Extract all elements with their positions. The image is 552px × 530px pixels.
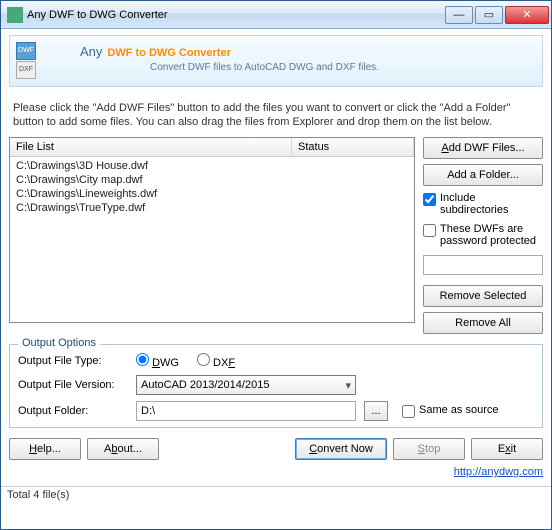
output-options-group: Output Options Output File Type: DWG DXF… (9, 344, 543, 428)
output-folder-input[interactable]: D:\ (136, 401, 356, 421)
output-folder-label: Output Folder: (18, 405, 128, 417)
dxf-icon: DXF (16, 61, 36, 79)
app-icon (7, 7, 23, 23)
close-button[interactable]: ✕ (505, 6, 549, 24)
stop-button[interactable]: Stop (393, 438, 465, 460)
col-file[interactable]: File List (10, 138, 292, 156)
password-protected-input[interactable] (423, 224, 436, 237)
minimize-button[interactable]: — (445, 6, 473, 24)
convert-now-button[interactable]: Convert Now (295, 438, 387, 460)
file-list-header: File List Status (10, 138, 414, 157)
add-dwf-files-button[interactable]: Add DWF Files... (423, 137, 543, 159)
status-bar: Total 4 file(s) (1, 486, 551, 503)
titlebar: Any DWF to DWG Converter — ▭ ✕ (1, 1, 551, 29)
include-subdirectories-input[interactable] (423, 193, 436, 206)
banner-title: Any DWF to DWG Converter (80, 40, 532, 61)
file-type-label: Output File Type: (18, 355, 128, 367)
file-version-select[interactable]: AutoCAD 2013/2014/2015 (136, 375, 356, 395)
output-options-legend: Output Options (18, 337, 100, 349)
banner-subtitle: Convert DWF files to AutoCAD DWG and DXF… (150, 62, 532, 73)
list-item[interactable]: C:\Drawings\City map.dwf (10, 173, 414, 187)
dwf-icon: DWF (16, 42, 36, 60)
website-link-row: http://anydwg.com (9, 466, 543, 478)
dwg-radio[interactable]: DWG (136, 353, 179, 369)
browse-button[interactable]: ... (364, 401, 388, 421)
window-title: Any DWF to DWG Converter (27, 9, 445, 21)
about-button[interactable]: About... (87, 438, 159, 460)
same-as-source-checkbox[interactable]: Same as source (402, 403, 498, 419)
app-window: Any DWF to DWG Converter — ▭ ✕ DWF DXF A… (0, 0, 552, 530)
banner: DWF DXF Any DWF to DWG Converter Convert… (9, 35, 543, 87)
add-folder-button[interactable]: Add a Folder... (423, 164, 543, 186)
file-list[interactable]: File List Status C:\Drawings\3D House.dw… (9, 137, 415, 323)
dxf-radio[interactable]: DXF (197, 353, 235, 369)
remove-all-button[interactable]: Remove All (423, 312, 543, 334)
exit-button[interactable]: Exit (471, 438, 543, 460)
help-button[interactable]: Help... (9, 438, 81, 460)
list-item[interactable]: C:\Drawings\3D House.dwf (10, 159, 414, 173)
remove-selected-button[interactable]: Remove Selected (423, 285, 543, 307)
password-input[interactable] (423, 255, 543, 275)
password-protected-checkbox[interactable]: These DWFs are password protected (423, 222, 543, 248)
website-link[interactable]: http://anydwg.com (454, 466, 543, 478)
maximize-button[interactable]: ▭ (475, 6, 503, 24)
list-item[interactable]: C:\Drawings\Lineweights.dwf (10, 187, 414, 201)
list-item[interactable]: C:\Drawings\TrueType.dwf (10, 201, 414, 215)
include-subdirectories-checkbox[interactable]: Include subdirectories (423, 191, 543, 217)
col-status[interactable]: Status (292, 138, 414, 156)
instructions-text: Please click the "Add DWF Files" button … (13, 101, 539, 129)
file-version-label: Output File Version: (18, 379, 128, 391)
